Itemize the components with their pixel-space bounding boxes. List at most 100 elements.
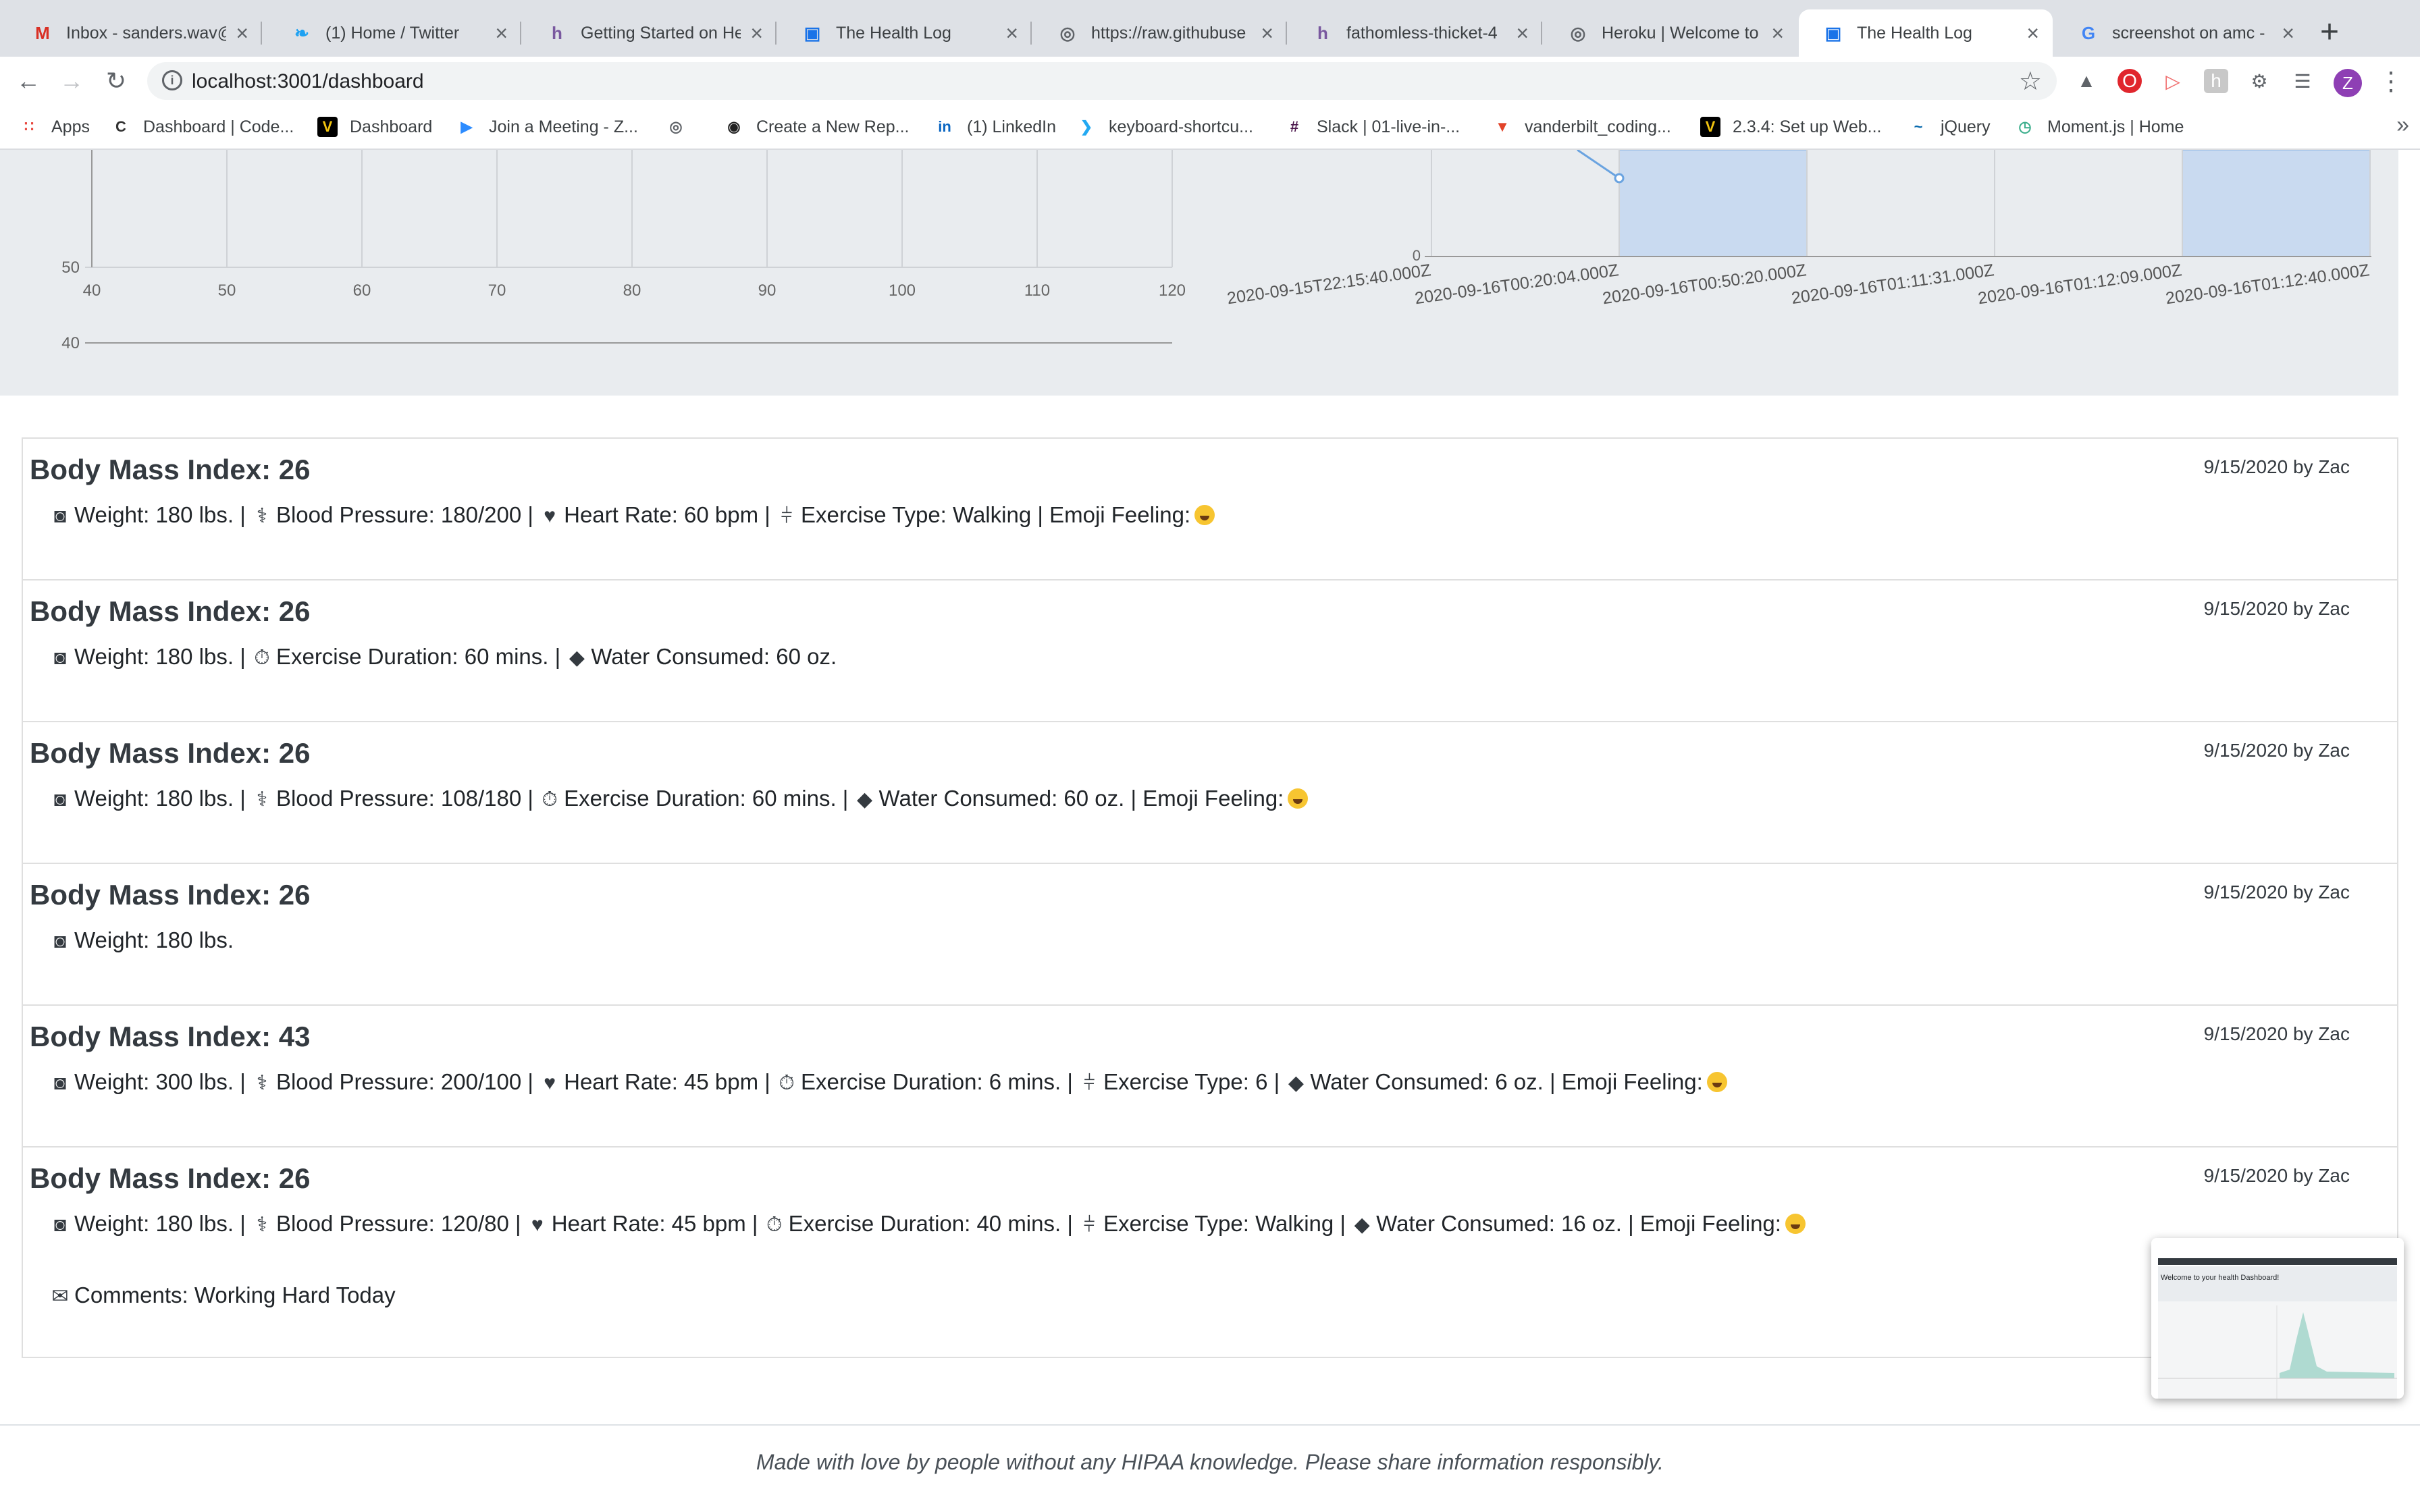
browser-tab[interactable]: ▣ The Health Log × xyxy=(778,9,1032,57)
vanderbilt-icon: V xyxy=(1700,117,1720,137)
media-extension-icon[interactable]: ▷ xyxy=(2161,69,2185,93)
bookmark-label: Join a Meeting - Z... xyxy=(489,117,638,136)
slack-icon: # xyxy=(1290,118,1299,135)
moment-icon: ◷ xyxy=(2018,118,2032,135)
bookmarks-overflow-icon[interactable]: » xyxy=(2396,112,2409,138)
bmi-heading: Body Mass Index: 26 xyxy=(30,595,311,627)
heartbeat-icon: ♥ xyxy=(544,1072,556,1094)
browser-tab[interactable]: M Inbox - sanders.wav@ × xyxy=(8,9,262,57)
reload-icon[interactable]: ↻ xyxy=(100,65,132,97)
new-tab-button[interactable]: + xyxy=(2320,15,2339,50)
bookmark-item[interactable]: ◎ xyxy=(666,115,698,139)
field-text: Weight: 180 lbs. xyxy=(74,1211,234,1236)
bookmark-label: 2.3.4: Set up Web... xyxy=(1733,117,1882,136)
field-text: Water Consumed: 16 oz. xyxy=(1376,1211,1622,1236)
y-tick-label: 0 xyxy=(1413,247,1421,264)
tab-title: https://raw.githubuse xyxy=(1091,23,1246,43)
bookmark-label: Apps xyxy=(51,117,90,136)
bookmark-item[interactable]: V 2.3.4: Set up Web... xyxy=(1700,115,1882,139)
log-entry-card: Body Mass Index: 26 9/15/2020 by Zac ◙ Weig… xyxy=(22,579,2398,721)
heroku-icon: h xyxy=(1317,22,1328,43)
log-entry-card: Body Mass Index: 43 9/15/2020 by Zac ◙ Weig… xyxy=(22,1004,2398,1146)
address-bar[interactable]: i localhost:3001/dashboard ☆ xyxy=(147,62,2057,100)
tab-close-icon[interactable]: × xyxy=(495,21,508,46)
profile-avatar[interactable]: Z xyxy=(2334,69,2362,97)
dumbbell-icon: ⫩ xyxy=(781,505,793,527)
bookmark-item[interactable]: V Dashboard xyxy=(317,115,432,139)
bookmark-item[interactable]: ◉ Create a New Rep... xyxy=(724,115,910,139)
bookmark-star-icon[interactable]: ☆ xyxy=(2019,66,2042,97)
gitlab-icon: ▼ xyxy=(1495,118,1510,135)
tab-close-icon[interactable]: × xyxy=(1005,21,1018,46)
info-icon[interactable]: i xyxy=(162,70,182,90)
bookmark-label: Dashboard | Code... xyxy=(143,117,294,136)
field-separator: | xyxy=(1061,1211,1080,1236)
bookmark-item[interactable]: ▶ Join a Meeting - Z... xyxy=(456,115,638,139)
tab-close-icon[interactable]: × xyxy=(1261,21,1273,46)
tab-strip: + M Inbox - sanders.wav@ × ❧ (1) Home / Twit… xyxy=(0,0,2420,57)
bookmark-item[interactable]: ◷ Moment.js | Home xyxy=(2015,115,2184,139)
bookmark-item[interactable]: # Slack | 01-live-in-... xyxy=(1284,115,1460,139)
menu-kebab-icon[interactable]: ⋮ xyxy=(2378,66,2404,97)
tab-title: Inbox - sanders.wav@ xyxy=(66,23,227,43)
opera-extension-icon[interactable]: O xyxy=(2118,69,2142,93)
stopwatch-icon: ⏱ xyxy=(542,788,558,811)
browser-tab[interactable]: ◎ https://raw.githubuse × xyxy=(1033,9,1287,57)
bmi-heading: Body Mass Index: 26 xyxy=(30,879,311,911)
page-icon: ▣ xyxy=(1824,22,1842,43)
browser-tab[interactable]: h Getting Started on He × xyxy=(523,9,777,57)
tab-close-icon[interactable]: × xyxy=(1771,21,1784,46)
log-entry-card: Body Mass Index: 26 9/15/2020 by Zac ◙ Weig… xyxy=(22,437,2398,579)
tab-close-icon[interactable]: × xyxy=(750,21,763,46)
tab-close-icon[interactable]: × xyxy=(1516,21,1529,46)
back-arrow-icon[interactable]: ← xyxy=(12,65,45,97)
browser-tab[interactable]: ❧ (1) Home / Twitter × xyxy=(267,9,521,57)
google-icon: G xyxy=(2081,22,2096,43)
bmi-heading: Body Mass Index: 26 xyxy=(30,1162,311,1194)
browser-tab[interactable]: h fathomless-thicket-4 × xyxy=(1288,9,1542,57)
heartbeat-icon: ♥ xyxy=(544,505,556,527)
bookmark-item[interactable]: ❯ keyboard-shortcu... xyxy=(1076,115,1253,139)
forward-arrow-icon[interactable]: → xyxy=(55,65,88,97)
browser-tab[interactable]: ▣ The Health Log × xyxy=(1799,9,2053,57)
browser-tab[interactable]: ◎ Heroku | Welcome to × xyxy=(1544,9,1797,57)
puzzle-extensions-icon[interactable]: ⚙ xyxy=(2247,69,2271,93)
dumbbell-icon: ⫩ xyxy=(1083,1214,1095,1236)
browser-toolbar: ← → ↻ i localhost:3001/dashboard ☆ ▲ O ▷… xyxy=(0,57,2420,105)
scale-icon: ◙ xyxy=(53,647,67,669)
entry-date-author: 9/15/2020 by Zac xyxy=(2203,1023,2350,1044)
bookmark-item[interactable]: in (1) LinkedIn xyxy=(935,115,1056,139)
field-text: Exercise Type: Walking xyxy=(801,502,1032,527)
bookmark-label: Create a New Rep... xyxy=(756,117,910,136)
comment-text: Comments: Working Hard Today xyxy=(74,1282,396,1307)
tab-close-icon[interactable]: × xyxy=(236,21,248,46)
field-separator: | xyxy=(1334,1211,1352,1236)
h-extension-icon[interactable]: h xyxy=(2204,69,2228,93)
screenshot-thumbnail[interactable]: Welcome to your health Dashboard! xyxy=(2151,1238,2404,1399)
field-separator: | xyxy=(1124,786,1143,811)
bookmark-item[interactable]: ▼ vanderbilt_coding... xyxy=(1492,115,1671,139)
bookmark-item[interactable]: ∷ Apps xyxy=(19,115,90,139)
smiley-emoji-icon xyxy=(1706,1072,1727,1092)
tab-title: screenshot on amc - xyxy=(2112,23,2265,43)
bookmark-item[interactable]: ~ jQuery xyxy=(1908,115,1991,139)
bookmark-label: Slack | 01-live-in-... xyxy=(1317,117,1461,136)
field-text: Exercise Type: 6 xyxy=(1103,1069,1268,1094)
tab-close-icon[interactable]: × xyxy=(2282,21,2294,46)
charts-jumbotron: 40 50 60 70 80 90 100 110 120 50 40 2020-09-15T22:1… xyxy=(0,150,2398,396)
bookmark-item[interactable]: C Dashboard | Code... xyxy=(111,115,294,139)
category-tick-label: 2020-09-16T00:50:20.000Z xyxy=(1601,261,1807,308)
tab-separator xyxy=(1541,22,1542,45)
field-text: Exercise Duration: 6 mins. xyxy=(801,1069,1061,1094)
drive-extension-icon[interactable]: ▲ xyxy=(2074,69,2099,93)
browser-tab[interactable]: Gscreenshot on amc - × xyxy=(2054,9,2308,57)
field-separator: | xyxy=(234,644,252,669)
field-text: Exercise Type: Walking xyxy=(1103,1211,1334,1236)
area-band xyxy=(2182,150,2371,257)
tab-close-icon[interactable]: × xyxy=(2026,21,2039,46)
field-separator: | xyxy=(1267,1069,1286,1094)
x-tick-label: 50 xyxy=(218,281,236,300)
tab-separator xyxy=(1286,22,1287,45)
bookmarks-bar: » ∷ Apps C Dashboard | Code... V Dashboard ▶ Jo… xyxy=(0,105,2420,150)
media-queue-icon[interactable]: ☰ xyxy=(2290,69,2315,93)
